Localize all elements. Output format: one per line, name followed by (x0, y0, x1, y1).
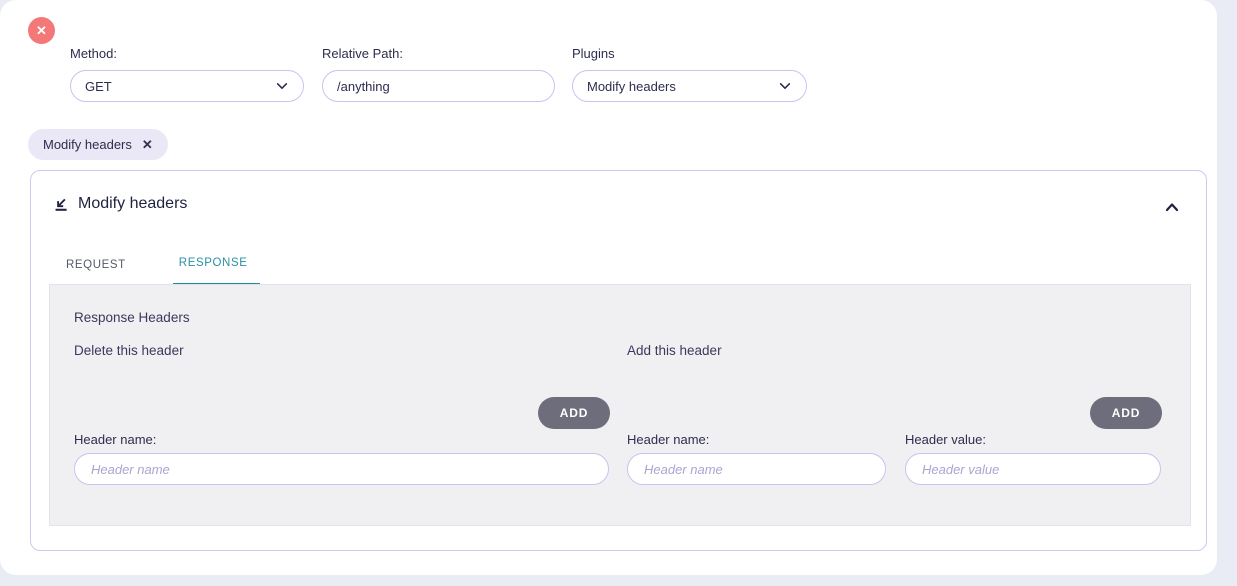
plugins-selected-value: Modify headers (587, 79, 676, 94)
card-title-row: Modify headers (53, 195, 187, 213)
method-selected-value: GET (85, 79, 112, 94)
modify-headers-card: Modify headers REQUEST RESPONSE Response… (30, 170, 1207, 551)
add-header-add-button[interactable]: ADD (1090, 397, 1162, 429)
method-field-group: Method: GET (70, 46, 304, 102)
relative-path-pill (322, 70, 555, 102)
relative-path-input[interactable] (337, 79, 540, 94)
chip-remove-icon[interactable]: ✕ (142, 137, 153, 153)
add-header-section-title: Add this header (627, 343, 722, 358)
tab-response[interactable]: RESPONSE (173, 253, 260, 286)
chevron-down-icon (778, 79, 792, 93)
delete-header-add-button[interactable]: ADD (538, 397, 610, 429)
plugin-chip-label: Modify headers (43, 137, 132, 152)
collapse-chevron-up-icon[interactable] (1162, 197, 1182, 217)
response-headers-heading: Response Headers (74, 310, 190, 325)
card-title: Modify headers (78, 195, 187, 213)
delete-header-name-input[interactable] (74, 453, 609, 485)
relative-path-field-group: Relative Path: (322, 46, 555, 102)
add-header-name-input[interactable] (627, 453, 886, 485)
main-panel: ✕ Method: GET Relative Path: Plugins Mod… (0, 0, 1217, 575)
plugin-chip: Modify headers ✕ (28, 129, 168, 160)
plugins-select[interactable]: Modify headers (572, 70, 807, 102)
delete-header-section-title: Delete this header (74, 343, 184, 358)
tab-request[interactable]: REQUEST (66, 253, 126, 286)
method-select[interactable]: GET (70, 70, 304, 102)
modify-headers-icon (53, 196, 70, 213)
add-header-name-label: Header name: (627, 432, 709, 447)
chevron-down-icon (275, 79, 289, 93)
response-headers-panel: Response Headers Delete this header Add … (49, 284, 1191, 526)
plugins-field-group: Plugins Modify headers (572, 46, 807, 102)
add-header-value-label: Header value: (905, 432, 986, 447)
close-button[interactable]: ✕ (28, 17, 55, 44)
delete-header-name-label: Header name: (74, 432, 156, 447)
plugins-label: Plugins (572, 46, 807, 61)
relative-path-label: Relative Path: (322, 46, 555, 61)
tab-bar: REQUEST RESPONSE (66, 253, 260, 286)
add-header-value-input[interactable] (905, 453, 1161, 485)
method-label: Method: (70, 46, 304, 61)
